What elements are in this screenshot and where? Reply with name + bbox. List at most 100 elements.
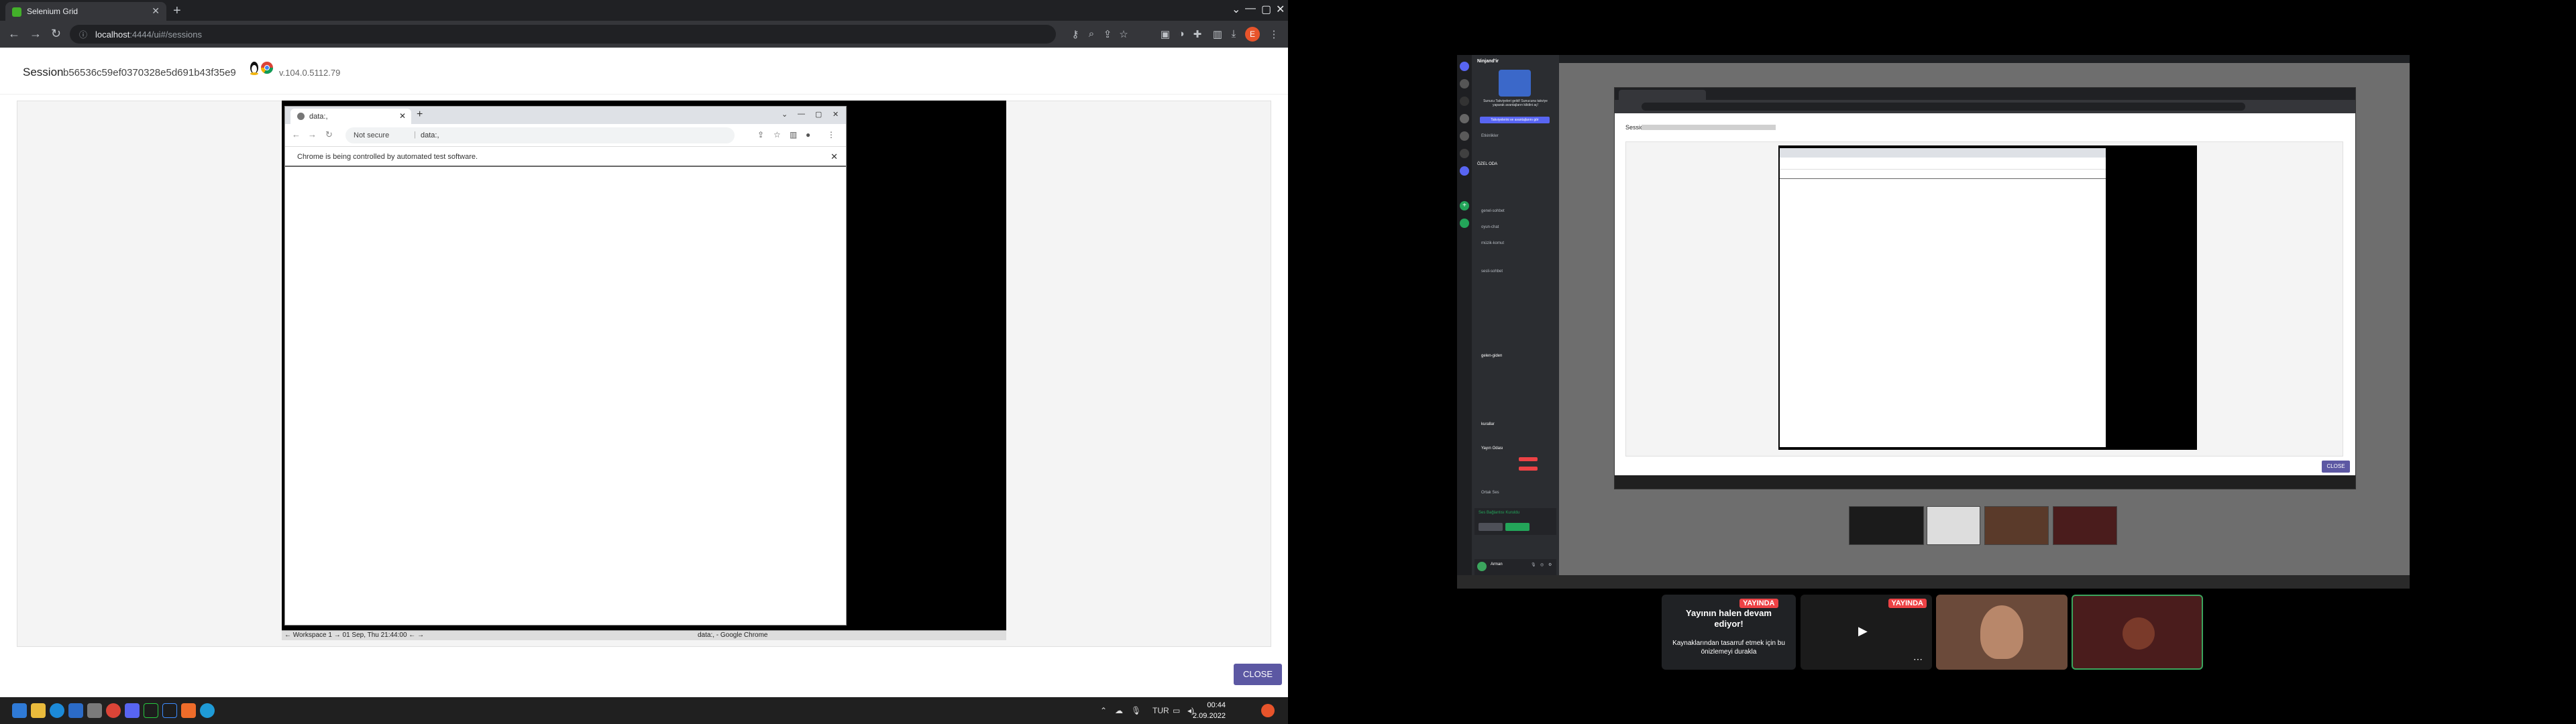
clock[interactable]: 00:44 2.09.2022 [1193, 700, 1226, 721]
profile-avatar[interactable]: E [1245, 27, 1260, 42]
channel-item[interactable]: gelen-giden [1481, 354, 1502, 358]
extension-icon[interactable]: ◑ [1175, 28, 1187, 40]
side-panel-icon[interactable]: ▥ [1212, 28, 1224, 40]
extensions-puzzle-icon[interactable]: ✚ [1191, 28, 1203, 40]
discord-icon[interactable] [125, 703, 140, 718]
chrome-icon[interactable] [106, 703, 121, 718]
side-panel-icon[interactable]: ▥ [790, 130, 797, 139]
tab-search-icon[interactable]: ⌄ [1232, 3, 1240, 16]
kebab-menu-icon[interactable]: ⋮ [1268, 28, 1280, 40]
store-icon[interactable] [87, 703, 102, 718]
profile-icon[interactable]: ● [806, 130, 810, 139]
channel-item[interactable]: müzik-komut [1481, 241, 1504, 245]
minimize-icon[interactable]: — [798, 110, 805, 118]
server-name[interactable]: Ninjand'ir [1477, 59, 1499, 64]
participant-avatar-tile[interactable] [2072, 595, 2203, 670]
postman-icon[interactable] [181, 703, 196, 718]
vnc-viewer[interactable]: data:, ✕ + ⌄ — ▢ ✕ ← → ↻ Not secure | da… [282, 101, 1006, 640]
stream-thumbnail[interactable] [1849, 506, 1924, 545]
forward-icon[interactable]: → [30, 27, 42, 41]
live-badge [1519, 457, 1538, 461]
explore-icon[interactable] [1460, 219, 1469, 228]
kebab-menu-icon[interactable]: ⋮ [827, 130, 835, 139]
start-icon[interactable] [12, 703, 27, 718]
channel-item[interactable]: sesli-sohbet [1481, 269, 1503, 274]
close-tab-icon[interactable]: ✕ [152, 5, 160, 17]
download-icon[interactable]: ⤓ [1228, 28, 1240, 40]
streamed-session-id [1642, 125, 1776, 130]
server-icon[interactable] [1460, 114, 1469, 123]
new-tab-icon[interactable]: + [417, 109, 423, 121]
extension-icon[interactable]: ▣ [1159, 28, 1171, 40]
close-button[interactable]: CLOSE [1234, 664, 1282, 685]
forward-icon[interactable]: → [308, 129, 317, 139]
video-button[interactable] [1479, 523, 1503, 531]
back-icon[interactable]: ← [8, 27, 20, 41]
intellij-icon[interactable] [144, 703, 158, 718]
streamed-close-button: CLOSE [2322, 461, 2350, 473]
info-icon[interactable]: ⓘ [79, 29, 87, 40]
network-icon[interactable]: ▭ [1173, 706, 1180, 715]
server-icon[interactable] [1460, 166, 1469, 176]
zoom-icon[interactable]: ⌕ [1085, 28, 1097, 40]
telegram-icon[interactable] [200, 703, 215, 718]
close-tab-icon[interactable]: ✕ [399, 111, 406, 121]
gear-icon[interactable]: ⚙ [1548, 562, 1552, 567]
mail-icon[interactable] [68, 703, 83, 718]
browser-tab[interactable]: Selenium Grid ✕ [5, 2, 166, 21]
close-window-icon[interactable]: ✕ [833, 110, 839, 119]
share-icon[interactable]: ⇪ [757, 130, 764, 139]
channel-item[interactable]: genel-sohbet [1481, 209, 1505, 213]
maximize-icon[interactable]: ▢ [815, 110, 822, 119]
screen-share-tile[interactable]: YAYINDA ▶ ⋯ [1801, 595, 1932, 670]
boost-promo-button[interactable]: Takviyelerini ve avantajlarını gör [1480, 117, 1550, 123]
voice-channel[interactable]: Yayın Odası [1481, 446, 1503, 450]
back-icon[interactable]: ← [292, 129, 301, 139]
stream-thumbnail[interactable] [1927, 506, 1980, 545]
remote-address-bar[interactable]: Not secure | data:, [345, 127, 735, 143]
channel-item[interactable]: oyun-chat [1481, 225, 1499, 229]
participant-video-tile[interactable] [1936, 595, 2068, 670]
screen-share-button[interactable] [1505, 523, 1529, 531]
server-icon[interactable] [1460, 149, 1469, 158]
microphone-icon[interactable]: 🎙 [1131, 706, 1141, 715]
share-icon[interactable]: ⇪ [1102, 28, 1114, 40]
cloud-icon[interactable]: ☁ [1115, 706, 1123, 715]
key-icon[interactable]: ⚷ [1069, 28, 1081, 40]
channel-item[interactable]: Etkinlikler [1481, 134, 1499, 138]
remote-tab[interactable]: data:, ✕ [290, 109, 411, 124]
channel-item[interactable]: kurallar [1481, 422, 1495, 426]
server-icon[interactable] [1460, 79, 1469, 88]
voice-channel[interactable]: Ortak Ses [1481, 491, 1499, 495]
keyboard-language[interactable]: TUR [1152, 706, 1169, 715]
headphones-icon[interactable]: ◎ [1540, 562, 1544, 567]
edge-icon[interactable] [50, 703, 64, 718]
server-icon[interactable] [1460, 131, 1469, 141]
close-window-icon[interactable]: ✕ [1276, 3, 1285, 16]
avatar[interactable] [1477, 562, 1487, 571]
channel-category[interactable]: ÖZEL ODA [1477, 162, 1497, 166]
participant-thumbnail[interactable] [1984, 506, 2049, 545]
add-server-icon[interactable]: + [1460, 201, 1469, 210]
streamed-remote-chrome [1780, 148, 2106, 447]
tab-search-icon[interactable]: ⌄ [782, 110, 788, 119]
reload-icon[interactable]: ↻ [325, 129, 333, 140]
notification-badge-icon[interactable] [1261, 704, 1275, 717]
close-info-bar-icon[interactable]: ✕ [830, 152, 838, 162]
maximize-icon[interactable]: ▢ [1261, 3, 1271, 16]
new-tab-icon[interactable]: + [173, 3, 181, 19]
user-name: Arman [1491, 562, 1503, 566]
address-bar[interactable]: ⓘ localhost:4444/ui#/sessions [70, 25, 1056, 44]
chevron-up-icon[interactable]: ⌃ [1100, 706, 1107, 715]
more-options-icon[interactable]: ⋯ [1913, 654, 1923, 665]
microphone-icon[interactable]: 🎙 [1531, 562, 1536, 567]
server-icon[interactable] [1460, 97, 1469, 106]
minimize-icon[interactable]: — [1245, 3, 1256, 15]
pycharm-icon[interactable] [162, 703, 177, 718]
participant-thumbnail[interactable] [2053, 506, 2117, 545]
bookmark-star-icon[interactable]: ☆ [773, 130, 781, 139]
file-explorer-icon[interactable] [31, 703, 46, 718]
reload-icon[interactable]: ↻ [51, 27, 61, 41]
bookmark-star-icon[interactable]: ☆ [1118, 28, 1130, 40]
discord-home-icon[interactable] [1460, 62, 1469, 71]
